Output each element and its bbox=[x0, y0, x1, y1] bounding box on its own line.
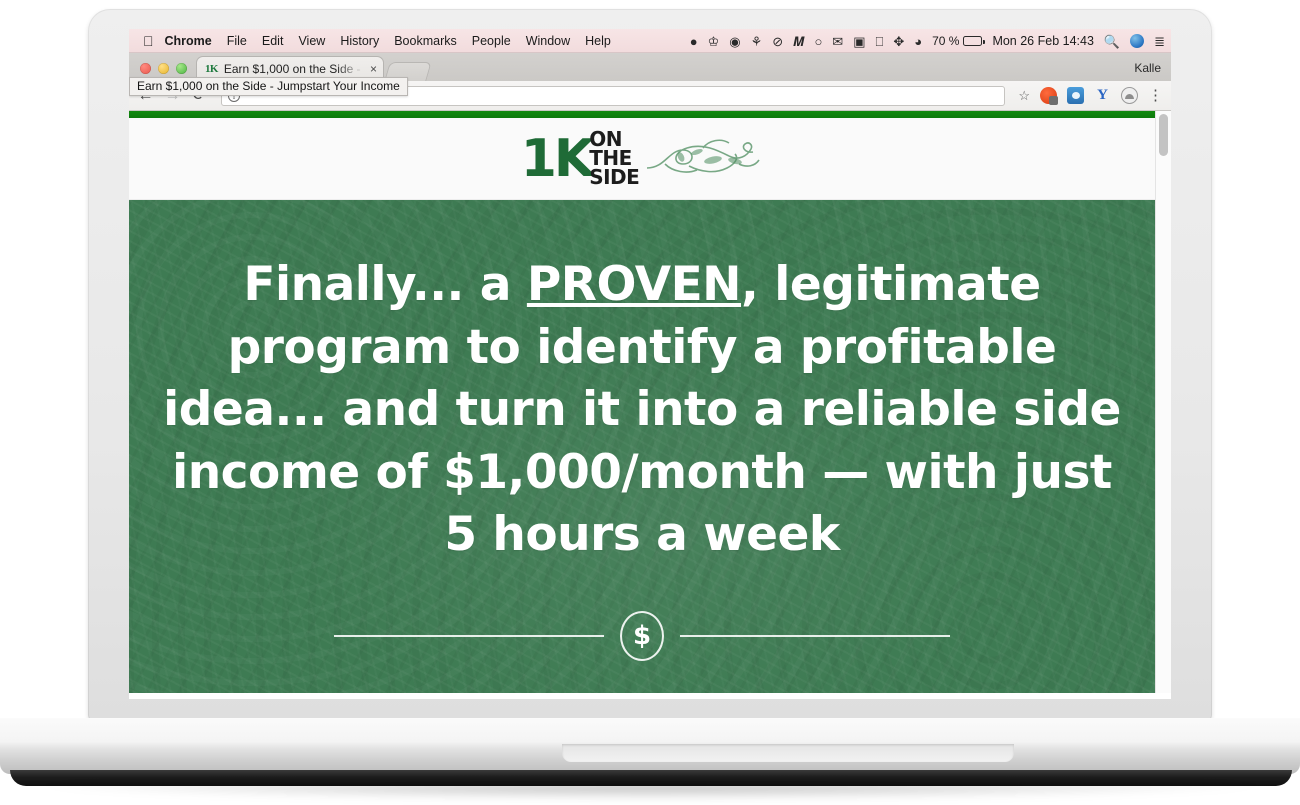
airplay-icon[interactable]: ⎕ bbox=[876, 35, 884, 48]
adblock-extension-icon[interactable] bbox=[1040, 87, 1058, 105]
scrollbar-thumb[interactable] bbox=[1159, 114, 1168, 156]
search-icon[interactable]: 🔍 bbox=[1104, 35, 1120, 48]
hero-section: Finally... a PROVEN, legitimate program … bbox=[129, 200, 1155, 693]
mail-icon[interactable]: ✉ bbox=[832, 35, 843, 48]
apple-icon[interactable]:  bbox=[143, 34, 154, 48]
battery-status[interactable]: 70 % bbox=[932, 34, 985, 48]
menu-item-bookmarks[interactable]: Bookmarks bbox=[394, 34, 457, 48]
menu-item-chrome[interactable]: Chrome bbox=[165, 34, 212, 48]
wifi-icon[interactable]: ◕ bbox=[914, 35, 922, 48]
logo-line-side: SIDE bbox=[589, 165, 640, 190]
evernote-icon[interactable]: ♔ bbox=[708, 35, 720, 48]
notification-center-icon[interactable]: ≣ bbox=[1154, 35, 1165, 48]
menu-item-window[interactable]: Window bbox=[526, 34, 570, 48]
chrome-menu-icon[interactable]: ⋮ bbox=[1148, 88, 1163, 103]
site-logo[interactable]: 1K ON THE SIDE bbox=[520, 128, 764, 190]
tab-favicon: 1K bbox=[205, 63, 218, 75]
menu-item-file[interactable]: File bbox=[227, 34, 247, 48]
menu-item-edit[interactable]: Edit bbox=[262, 34, 284, 48]
circle-icon[interactable]: ○ bbox=[814, 35, 822, 48]
cloud-slash-icon[interactable]: ◉ bbox=[729, 35, 740, 48]
app-square-icon[interactable]: ▣ bbox=[853, 35, 865, 48]
menu-item-people[interactable]: People bbox=[472, 34, 511, 48]
battery-percent-label: 70 % bbox=[932, 34, 960, 48]
chrome-tab-strip: 1K Earn $1,000 on the Side - Jum × Kalle… bbox=[129, 53, 1171, 96]
logo-wordmark: ON THE SIDE bbox=[589, 129, 640, 190]
tab-title: Earn $1,000 on the Side - Jum bbox=[223, 62, 364, 76]
no-entry-icon[interactable]: ⊘ bbox=[772, 35, 783, 48]
section-divider: $ bbox=[334, 610, 950, 661]
close-icon[interactable]: × bbox=[370, 63, 377, 75]
logo-mark: 1K bbox=[520, 128, 595, 189]
laptop-drop-shadow bbox=[40, 784, 1262, 800]
tab-tooltip: Earn $1,000 on the Side - Jumpstart Your… bbox=[129, 77, 408, 96]
close-window-button[interactable] bbox=[140, 63, 151, 74]
bookmark-star-icon[interactable]: ☆ bbox=[1018, 88, 1030, 104]
maximize-window-button[interactable] bbox=[176, 63, 187, 74]
siri-icon[interactable] bbox=[1130, 34, 1145, 48]
pocket-extension-icon[interactable] bbox=[1121, 87, 1138, 104]
music-icon[interactable]: 𝑴 bbox=[793, 35, 804, 48]
laptop-mockup:  Chrome File Edit View History Bookmark… bbox=[0, 0, 1300, 805]
headline-emphasis: PROVEN bbox=[526, 257, 742, 312]
dropbox-icon[interactable]: ● bbox=[690, 35, 698, 48]
screen:  Chrome File Edit View History Bookmark… bbox=[129, 29, 1171, 699]
bluetooth-icon[interactable]: ✥ bbox=[893, 35, 904, 48]
screenshot-extension-icon[interactable] bbox=[1067, 87, 1084, 104]
yandex-extension-icon[interactable]: Y bbox=[1094, 87, 1111, 104]
dollar-coin-icon: $ bbox=[620, 610, 664, 661]
battery-icon bbox=[963, 36, 985, 46]
menu-item-view[interactable]: View bbox=[298, 34, 325, 48]
divider-line-left bbox=[334, 634, 604, 637]
laptop-base-notch bbox=[562, 744, 1014, 762]
page-viewport: 1K ON THE SIDE Finally... a PROVEN, legi… bbox=[129, 111, 1171, 693]
menu-item-help[interactable]: Help bbox=[585, 34, 611, 48]
ornament-flourish-icon bbox=[643, 134, 763, 184]
page-scrollbar[interactable] bbox=[1155, 111, 1171, 693]
web-page: 1K ON THE SIDE Finally... a PROVEN, legi… bbox=[129, 111, 1155, 693]
menu-bar-clock[interactable]: Mon 26 Feb 14:43 bbox=[992, 34, 1093, 48]
headline-part-1: Finally... a bbox=[243, 257, 527, 312]
menu-item-history[interactable]: History bbox=[340, 34, 379, 48]
cleaner-icon[interactable]: ⚘ bbox=[751, 35, 763, 48]
minimize-window-button[interactable] bbox=[158, 63, 169, 74]
site-header: 1K ON THE SIDE bbox=[129, 118, 1155, 200]
mac-menu-bar:  Chrome File Edit View History Bookmark… bbox=[129, 29, 1171, 53]
divider-line-right bbox=[680, 634, 950, 637]
profile-name-label[interactable]: Kalle bbox=[1134, 61, 1161, 75]
top-accent-bar bbox=[129, 111, 1155, 118]
page-title: Finally... a PROVEN, legitimate program … bbox=[162, 200, 1122, 567]
